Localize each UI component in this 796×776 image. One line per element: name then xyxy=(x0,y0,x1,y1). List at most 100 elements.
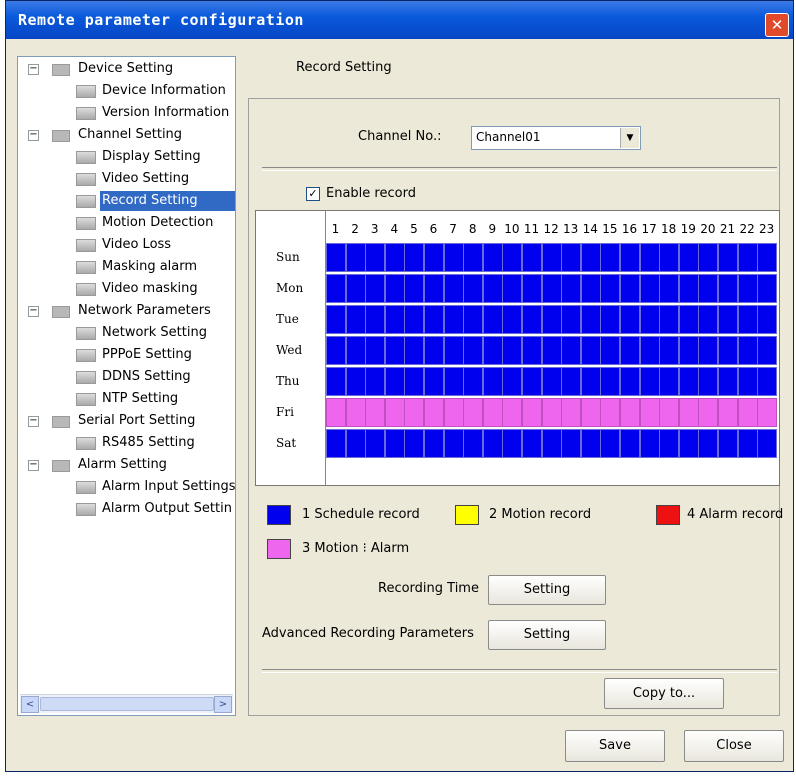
schedule-cell[interactable] xyxy=(737,243,758,272)
schedule-cell[interactable] xyxy=(737,336,758,365)
schedule-cell[interactable] xyxy=(678,336,699,365)
schedule-cell[interactable] xyxy=(384,336,405,365)
schedule-cell[interactable] xyxy=(561,305,582,334)
schedule-cell[interactable] xyxy=(365,398,386,427)
tree-horizontal-scrollbar[interactable]: < > xyxy=(20,694,233,713)
schedule-cell[interactable] xyxy=(698,305,719,334)
schedule-cell[interactable] xyxy=(580,367,601,396)
schedule-cell[interactable] xyxy=(404,429,425,458)
schedule-cell[interactable] xyxy=(404,274,425,303)
schedule-cell[interactable] xyxy=(443,398,464,427)
schedule-cell[interactable] xyxy=(639,367,660,396)
schedule-cell[interactable] xyxy=(326,243,347,272)
schedule-cell[interactable] xyxy=(600,274,621,303)
tree-node[interactable]: NTP Setting xyxy=(18,389,235,409)
schedule-cell[interactable] xyxy=(502,243,523,272)
collapse-icon[interactable]: − xyxy=(28,460,39,471)
collapse-icon[interactable]: − xyxy=(28,64,39,75)
schedule-cell[interactable] xyxy=(678,429,699,458)
schedule-cell[interactable] xyxy=(384,305,405,334)
schedule-cell[interactable] xyxy=(757,305,778,334)
schedule-cell[interactable] xyxy=(620,429,641,458)
schedule-cell[interactable] xyxy=(561,336,582,365)
schedule-cell[interactable] xyxy=(522,274,543,303)
schedule-cell[interactable] xyxy=(463,336,484,365)
tree-node[interactable]: − Channel Setting xyxy=(18,125,235,145)
schedule-cell[interactable] xyxy=(365,429,386,458)
advanced-setting-button[interactable]: Setting xyxy=(488,620,606,650)
schedule-cell[interactable] xyxy=(482,367,503,396)
schedule-cell[interactable] xyxy=(678,274,699,303)
schedule-cell[interactable] xyxy=(600,429,621,458)
tree-node[interactable]: Device Information xyxy=(18,81,235,101)
collapse-icon[interactable]: − xyxy=(28,306,39,317)
schedule-cell[interactable] xyxy=(345,429,366,458)
schedule-cell[interactable] xyxy=(424,367,445,396)
tree-node[interactable]: Masking alarm xyxy=(18,257,235,277)
schedule-cell[interactable] xyxy=(384,243,405,272)
schedule-cell[interactable] xyxy=(482,429,503,458)
schedule-grid[interactable]: 1 2 3 4 5 6 7 8 9 10 11 12 13 14 15 16 17 18 19 20 21 22 23 Sun… xyxy=(255,210,780,486)
schedule-cell[interactable] xyxy=(580,336,601,365)
schedule-cell[interactable] xyxy=(463,429,484,458)
schedule-cell[interactable] xyxy=(345,336,366,365)
tree-node[interactable]: Network Setting xyxy=(18,323,235,343)
schedule-cell[interactable] xyxy=(639,429,660,458)
schedule-cell[interactable] xyxy=(757,429,778,458)
schedule-cell[interactable] xyxy=(718,243,739,272)
schedule-cell[interactable] xyxy=(443,367,464,396)
schedule-cell[interactable] xyxy=(659,429,680,458)
schedule-cell[interactable] xyxy=(698,429,719,458)
schedule-cell[interactable] xyxy=(482,398,503,427)
schedule-cell[interactable] xyxy=(463,398,484,427)
schedule-cell[interactable] xyxy=(384,367,405,396)
title-bar[interactable]: Remote parameter configuration ✕ xyxy=(6,1,793,39)
collapse-icon[interactable]: − xyxy=(28,130,39,141)
schedule-cell[interactable] xyxy=(620,274,641,303)
schedule-cell[interactable] xyxy=(424,336,445,365)
schedule-cell[interactable] xyxy=(561,367,582,396)
schedule-cell[interactable] xyxy=(737,305,758,334)
schedule-cell[interactable] xyxy=(365,243,386,272)
schedule-cell[interactable] xyxy=(718,429,739,458)
schedule-cell[interactable] xyxy=(698,243,719,272)
schedule-cell[interactable] xyxy=(541,274,562,303)
scroll-right-button[interactable]: > xyxy=(214,696,232,713)
collapse-icon[interactable]: − xyxy=(28,416,39,427)
tree-node[interactable]: Video Setting xyxy=(18,169,235,189)
enable-record-checkbox[interactable]: ✓ xyxy=(306,187,320,201)
schedule-cell[interactable] xyxy=(404,398,425,427)
tree-node[interactable]: − Alarm Setting xyxy=(18,455,235,475)
tree-node[interactable]: Video Loss xyxy=(18,235,235,255)
schedule-cell[interactable] xyxy=(443,305,464,334)
schedule-cell[interactable] xyxy=(522,243,543,272)
schedule-cell[interactable] xyxy=(561,274,582,303)
schedule-cell[interactable] xyxy=(737,367,758,396)
schedule-cell[interactable] xyxy=(424,429,445,458)
schedule-cell[interactable] xyxy=(659,398,680,427)
schedule-cell[interactable] xyxy=(502,336,523,365)
schedule-cell[interactable] xyxy=(757,274,778,303)
schedule-cell[interactable] xyxy=(659,336,680,365)
schedule-cell[interactable] xyxy=(718,336,739,365)
schedule-cell[interactable] xyxy=(678,398,699,427)
schedule-cell[interactable] xyxy=(522,367,543,396)
schedule-cell[interactable] xyxy=(326,398,347,427)
schedule-cell[interactable] xyxy=(365,274,386,303)
schedule-cell[interactable] xyxy=(522,305,543,334)
schedule-cell[interactable] xyxy=(404,305,425,334)
schedule-cell[interactable] xyxy=(326,305,347,334)
schedule-cell[interactable] xyxy=(384,274,405,303)
schedule-cell[interactable] xyxy=(424,243,445,272)
schedule-cell[interactable] xyxy=(522,398,543,427)
schedule-cell[interactable] xyxy=(737,398,758,427)
schedule-cell[interactable] xyxy=(620,367,641,396)
schedule-cell[interactable] xyxy=(502,274,523,303)
schedule-cell[interactable] xyxy=(718,305,739,334)
schedule-cell[interactable] xyxy=(561,429,582,458)
schedule-cell[interactable] xyxy=(326,274,347,303)
schedule-cell[interactable] xyxy=(384,398,405,427)
schedule-cell[interactable] xyxy=(463,305,484,334)
tree-node[interactable]: PPPoE Setting xyxy=(18,345,235,365)
scroll-thumb[interactable] xyxy=(40,697,214,711)
